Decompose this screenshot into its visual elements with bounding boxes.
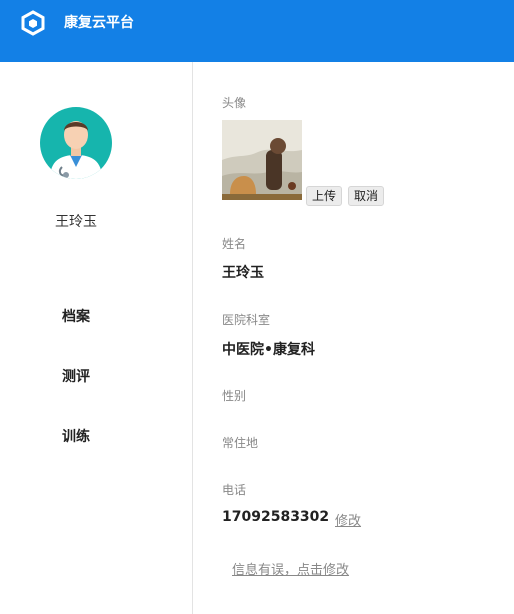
avatar-label: 头像	[222, 96, 247, 110]
report-error-link[interactable]: 信息有误，点击修改	[232, 559, 349, 578]
phone-label: 电话	[222, 483, 247, 497]
profile-photo[interactable]	[222, 120, 302, 200]
nav-item-training[interactable]: 训练	[62, 426, 90, 446]
phone-value: 17092583302	[222, 509, 330, 525]
upload-button[interactable]: 上传	[306, 186, 343, 206]
name-value: 王玲玉	[222, 265, 264, 281]
gender-label: 性别	[222, 389, 247, 403]
residence-label: 常住地	[222, 436, 259, 450]
hexagon-logo-icon[interactable]	[20, 10, 46, 36]
app-title: 康复云平台	[64, 15, 134, 31]
nav-item-assessment[interactable]: 测评	[62, 366, 90, 386]
nav-item-archive[interactable]: 档案	[62, 306, 90, 326]
top-bar: 康复云平台	[0, 0, 514, 62]
doctor-avatar-icon	[40, 107, 112, 179]
dept-value: 中医院•康复科	[222, 342, 315, 358]
user-name: 王玲玉	[55, 214, 97, 230]
phone-edit-link[interactable]: 修改	[335, 510, 361, 529]
cancel-button[interactable]: 取消	[348, 186, 385, 206]
sidebar: 王玲玉 档案 测评 训练	[0, 62, 193, 614]
name-label: 姓名	[222, 237, 247, 251]
dept-label: 医院科室	[222, 313, 271, 327]
